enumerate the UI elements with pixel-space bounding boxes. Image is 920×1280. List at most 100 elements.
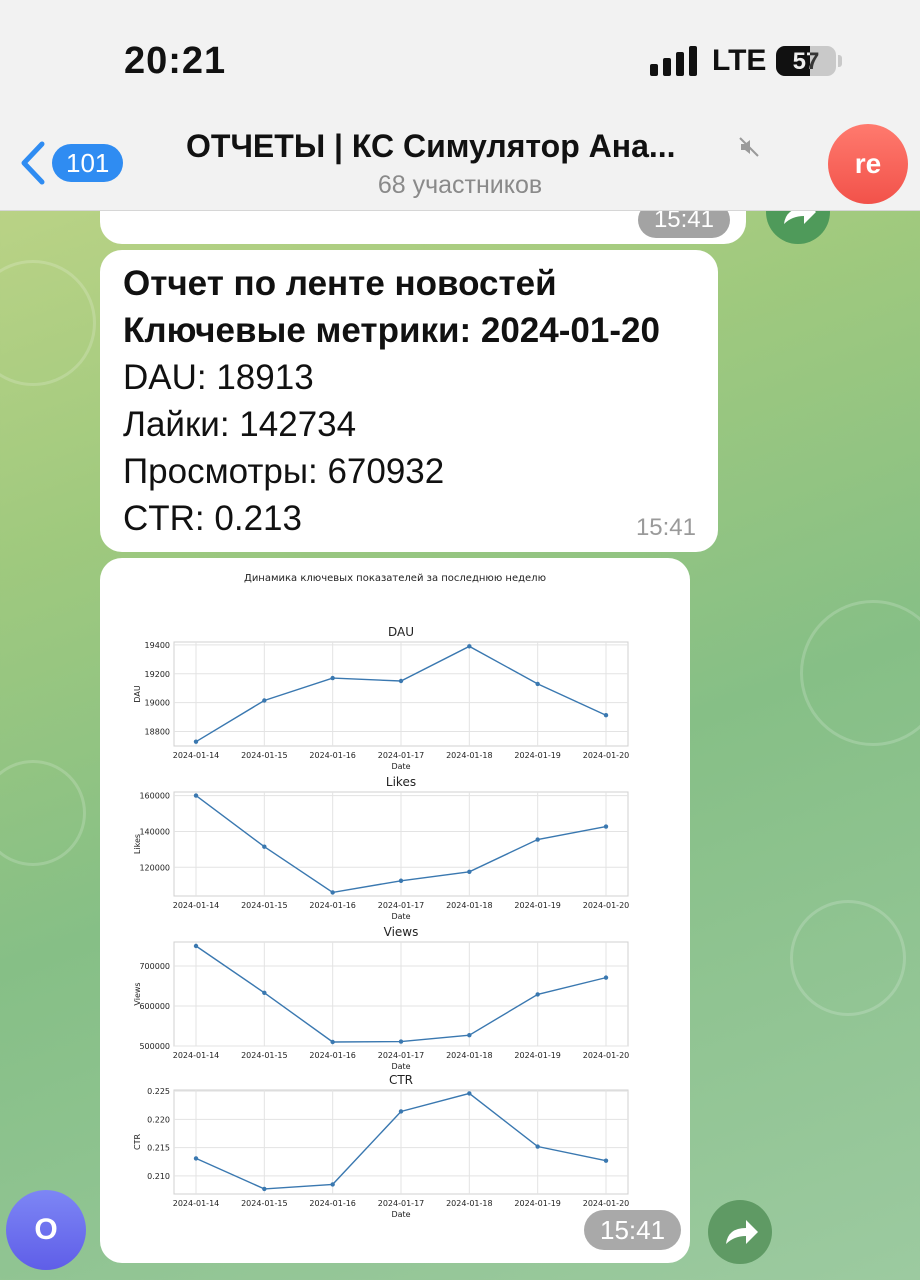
- data-point: [398, 1039, 404, 1044]
- chat-avatar[interactable]: re: [828, 124, 908, 204]
- x-tick-label: 2024-01-14: [173, 1051, 220, 1060]
- data-point: [330, 675, 335, 681]
- data-point: [535, 992, 540, 997]
- x-tick-label: 2024-01-20: [583, 751, 630, 760]
- background-doodle: [0, 760, 86, 866]
- x-tick-label: 2024-01-17: [378, 1051, 425, 1060]
- data-point: [603, 713, 609, 718]
- data-point: [467, 644, 472, 649]
- x-tick-label: 2024-01-17: [378, 901, 425, 910]
- y-axis-label: Views: [133, 982, 142, 1005]
- message-time: 15:41: [635, 514, 696, 541]
- data-point: [330, 890, 335, 895]
- battery-level: 57: [792, 48, 820, 75]
- x-tick-label: 2024-01-14: [173, 1199, 220, 1208]
- background-doodle: [800, 600, 920, 746]
- user-avatar[interactable]: О: [6, 1190, 86, 1270]
- data-point: [193, 793, 199, 798]
- x-tick-label: 2024-01-19: [514, 1199, 561, 1208]
- report-heading: Отчет по ленте новостей: [123, 264, 557, 303]
- x-tick-label: 2024-01-18: [446, 1051, 493, 1060]
- y-tick-label: 0.220: [147, 1115, 170, 1124]
- y-tick-label: 0.225: [147, 1087, 170, 1096]
- x-axis-label: Date: [391, 1210, 410, 1219]
- battery-icon: 57: [776, 46, 836, 76]
- y-tick-label: 19400: [145, 641, 170, 650]
- data-point: [193, 739, 199, 744]
- data-point: [603, 1158, 609, 1163]
- y-axis-label: Likes: [133, 834, 142, 854]
- report-ctr: CTR: 0.213: [123, 499, 302, 538]
- data-point: [535, 681, 540, 687]
- subplot-title: Views: [384, 925, 419, 939]
- data-point: [330, 1182, 335, 1187]
- signal-icon: [650, 46, 697, 76]
- data-point: [262, 698, 267, 703]
- x-tick-label: 2024-01-18: [446, 901, 493, 910]
- data-point: [262, 990, 267, 995]
- y-tick-label: 18800: [145, 728, 170, 737]
- x-tick-label: 2024-01-15: [241, 1199, 287, 1208]
- network-label: LTE: [712, 44, 767, 77]
- y-tick-label: 500000: [139, 1042, 170, 1051]
- subplot-title: Likes: [386, 775, 416, 789]
- forward-icon: [726, 1220, 758, 1244]
- report-dau: DAU: 18913: [123, 358, 314, 397]
- subplot-title: CTR: [389, 1073, 413, 1087]
- background-doodle: [790, 900, 906, 1016]
- x-tick-label: 2024-01-14: [173, 901, 220, 910]
- y-tick-label: 19000: [145, 699, 170, 708]
- data-point: [467, 869, 472, 874]
- y-axis-label: DAU: [133, 685, 142, 702]
- status-time: 20:21: [124, 40, 227, 82]
- x-tick-label: 2024-01-19: [514, 1051, 561, 1060]
- y-tick-label: 120000: [139, 863, 170, 872]
- x-tick-label: 2024-01-19: [514, 751, 561, 760]
- report-message[interactable]: Отчет по ленте новостей Ключевые метрики…: [100, 250, 718, 552]
- x-tick-label: 2024-01-17: [378, 1199, 425, 1208]
- chat-title[interactable]: ОТЧЕТЫ | КС Симулятор Ана...: [186, 128, 731, 165]
- x-tick-label: 2024-01-15: [241, 1051, 287, 1060]
- x-axis-label: Date: [391, 912, 410, 921]
- x-tick-label: 2024-01-16: [309, 901, 356, 910]
- chart-message[interactable]: Динамика ключевых показателей за последн…: [100, 558, 690, 1263]
- x-tick-label: 2024-01-20: [583, 1199, 630, 1208]
- data-point: [398, 1109, 404, 1114]
- data-point: [398, 878, 404, 883]
- x-tick-label: 2024-01-18: [446, 1199, 493, 1208]
- x-tick-label: 2024-01-15: [241, 901, 287, 910]
- data-point: [193, 1156, 199, 1161]
- data-point: [535, 837, 540, 842]
- subplot-title: DAU: [388, 625, 414, 639]
- y-tick-label: 0.210: [147, 1172, 170, 1181]
- y-tick-label: 600000: [139, 1002, 170, 1011]
- x-axis-label: Date: [391, 762, 410, 771]
- data-point: [603, 975, 609, 980]
- data-point: [535, 1144, 540, 1149]
- y-tick-label: 19200: [145, 670, 170, 679]
- forward-button[interactable]: [708, 1200, 772, 1264]
- message-time: 15:41: [584, 1210, 682, 1250]
- x-tick-label: 2024-01-19: [514, 901, 561, 910]
- report-views: Просмотры: 670932: [123, 452, 445, 491]
- x-tick-label: 2024-01-16: [309, 751, 356, 760]
- x-tick-label: 2024-01-20: [583, 1051, 630, 1060]
- x-tick-label: 2024-01-14: [173, 751, 220, 760]
- x-tick-label: 2024-01-16: [309, 1199, 356, 1208]
- data-point: [330, 1039, 335, 1045]
- data-point: [398, 678, 404, 684]
- battery-tip: [838, 55, 842, 67]
- data-point: [603, 824, 609, 829]
- data-point: [262, 1186, 267, 1192]
- chat-members-count: 68 участников: [377, 171, 543, 199]
- x-tick-label: 2024-01-16: [309, 1051, 356, 1060]
- data-point: [467, 1033, 472, 1038]
- x-tick-label: 2024-01-18: [446, 751, 493, 760]
- x-axis-label: Date: [391, 1062, 410, 1071]
- chat-header: 20:21 LTE 57 101 ОТЧЕТЫ | КС Симулятор А…: [0, 0, 920, 211]
- chart-image: Динамика ключевых показателей за последн…: [133, 573, 630, 1219]
- y-tick-label: 160000: [139, 792, 170, 801]
- report-likes: Лайки: 142734: [123, 405, 357, 444]
- x-tick-label: 2024-01-20: [583, 901, 630, 910]
- data-point: [467, 1091, 472, 1096]
